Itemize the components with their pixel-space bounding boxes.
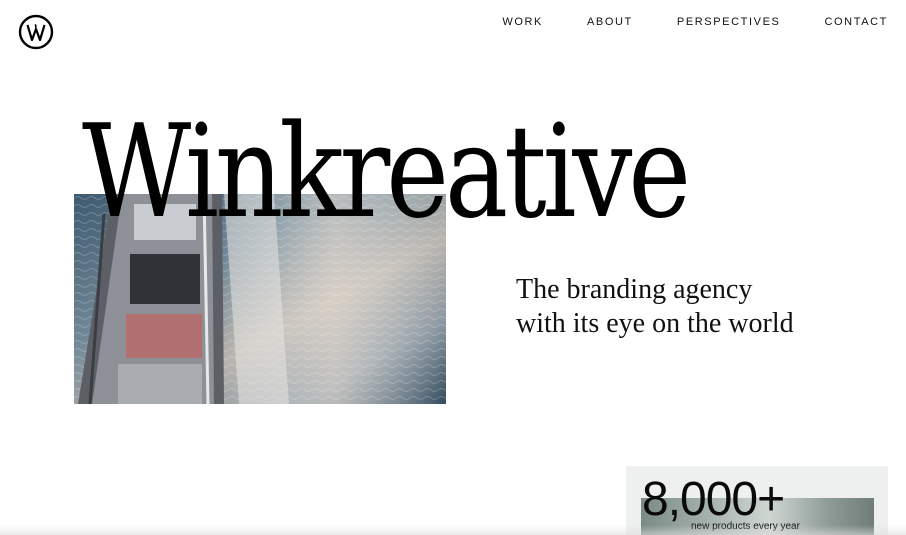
tagline-line-2: with its eye on the world <box>516 308 794 339</box>
brand-wordmark: Winkreative <box>82 98 691 247</box>
main-nav: WORK ABOUT PERSPECTIVES CONTACT <box>502 16 888 28</box>
stat-number: 8,000+ <box>642 473 785 526</box>
nav-perspectives-link[interactable]: PERSPECTIVES <box>677 16 781 28</box>
tagline-line-1: The branding agency <box>516 274 753 305</box>
winkreative-logo-icon[interactable] <box>18 14 54 50</box>
nav-contact-link[interactable]: CONTACT <box>824 16 888 28</box>
nav-work-link[interactable]: WORK <box>502 16 543 28</box>
hero-tagline: The branding agency with its eye on the … <box>516 273 794 341</box>
nav-about-link[interactable]: ABOUT <box>587 16 633 28</box>
bottom-fade <box>0 525 906 535</box>
